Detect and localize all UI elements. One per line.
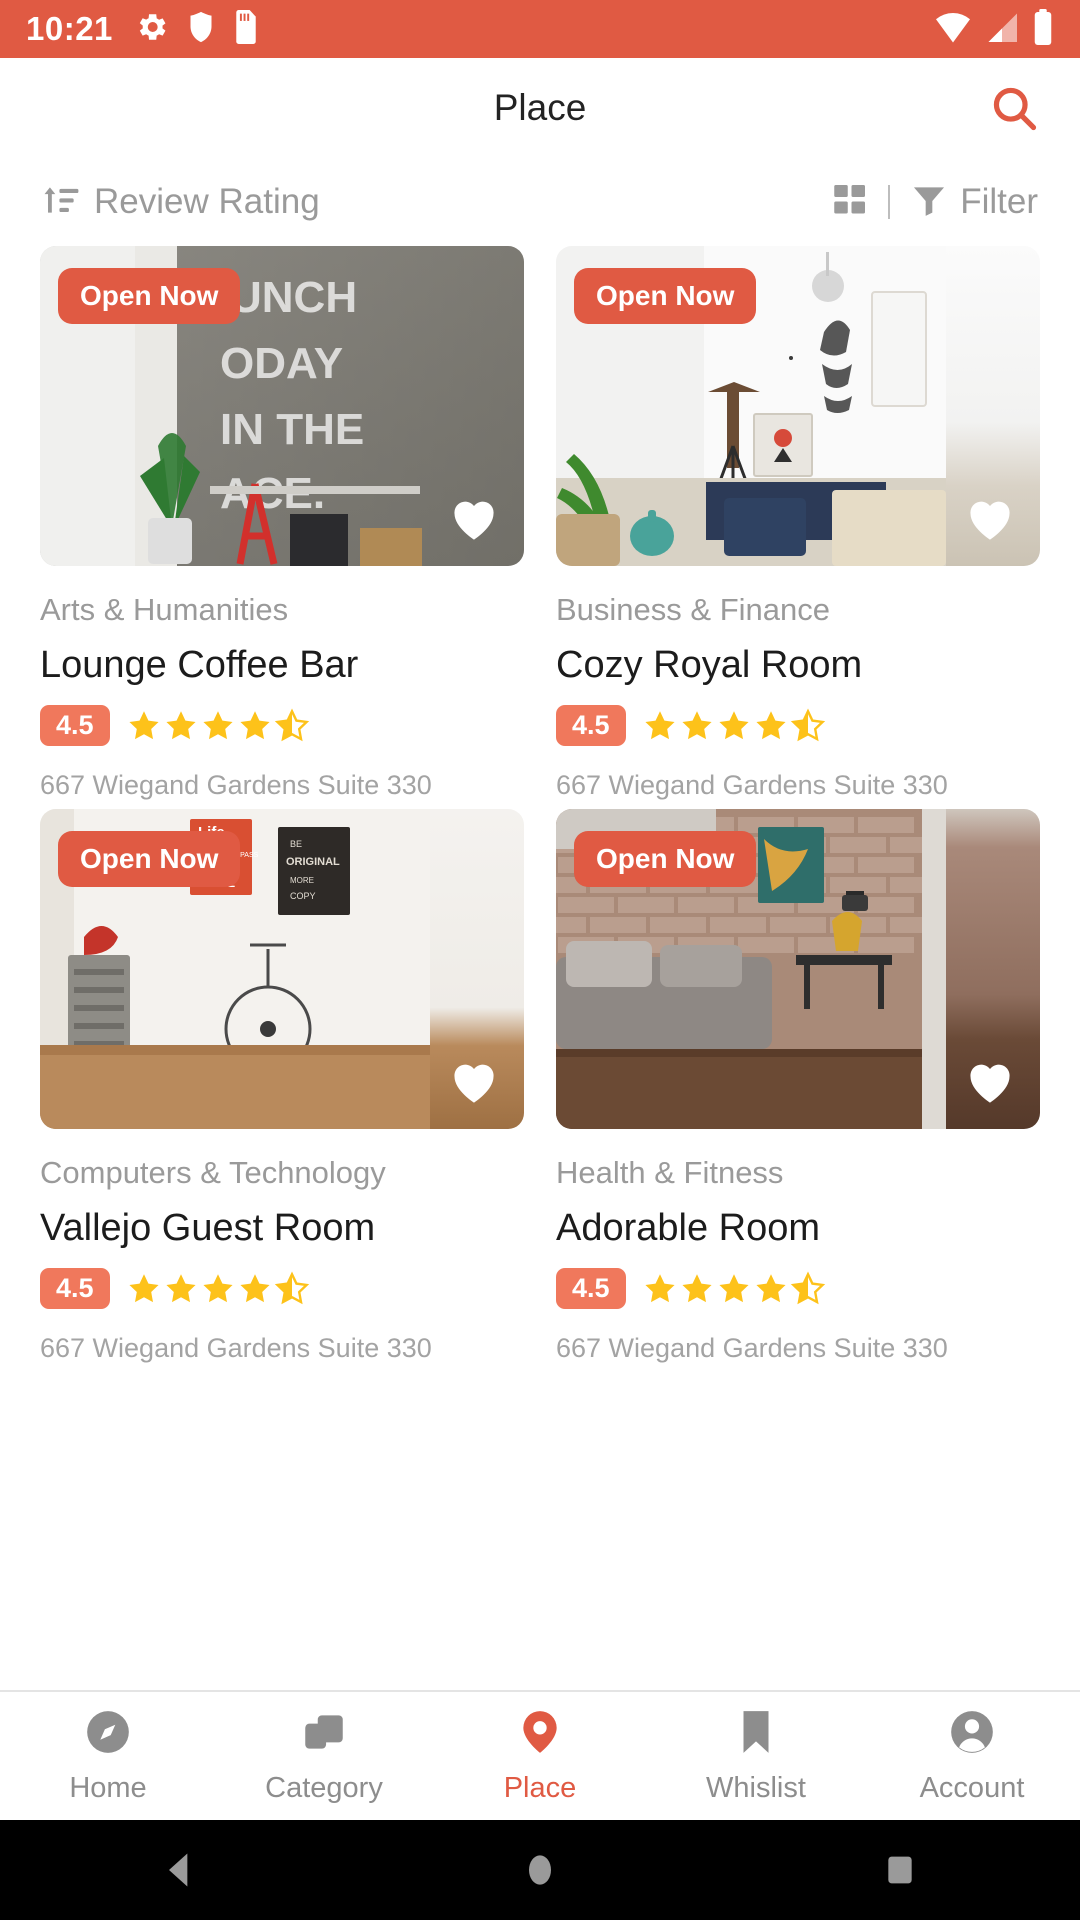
recents-square-icon[interactable] [830,1820,970,1920]
funnel-filter-icon [910,181,948,224]
status-bar: 10:21 [0,0,1080,58]
card-title: Adorable Room [556,1207,821,1249]
svg-text:COPY: COPY [290,891,316,901]
card-category: Computers & Technology [40,1155,386,1190]
battery-icon [1032,8,1054,50]
place-card[interactable]: Life IT'S TIME TO PASS STORM DANCE BE OR… [40,809,524,1364]
compass-icon [83,1707,133,1762]
place-card-grid: UNCH ODAY IN THE ACE. [0,246,1080,1364]
star-rating [126,708,310,744]
nav-item-category[interactable]: Category [216,1707,432,1805]
grid-view-icon[interactable] [832,182,868,223]
heart-outline-icon[interactable] [446,490,502,546]
rating-badge: 4.5 [556,705,626,746]
nav-item-whislist[interactable]: Whislist [648,1707,864,1805]
bottom-navigation-bar: Home Category Place Whislist Account [0,1690,1080,1820]
card-title: Lounge Coffee Bar [40,644,359,686]
toolbar-divider [888,185,891,219]
svg-text:ORIGINAL: ORIGINAL [286,856,340,868]
filter-label: Filter [960,182,1038,221]
open-now-badge: Open Now [58,268,241,324]
svg-text:MORE: MORE [290,876,314,885]
sort-ascending-icon [42,181,80,224]
sort-label: Review Rating [94,182,320,221]
wifi-icon [934,10,972,49]
heart-outline-icon[interactable] [446,1053,502,1109]
sort-control[interactable]: Review Rating [42,181,320,224]
nav-label: Home [69,1772,147,1804]
page-title: Place [493,87,587,128]
card-rating-row: 4.5 [40,1268,524,1309]
place-card[interactable]: Open Now Business & Finance Cozy Royal R… [556,246,1040,801]
nav-item-place[interactable]: Place [432,1707,648,1805]
star-rating [642,708,826,744]
layers-icon [299,1707,349,1762]
card-category: Arts & Humanities [40,592,289,627]
star-rating [126,1271,310,1307]
nav-label: Category [265,1772,383,1804]
android-system-navigation [0,1820,1080,1920]
heart-outline-icon[interactable] [962,490,1018,546]
heart-outline-icon[interactable] [962,1053,1018,1109]
nav-item-home[interactable]: Home [0,1707,216,1805]
nav-item-account[interactable]: Account [864,1707,1080,1805]
card-rating-row: 4.5 [40,705,524,746]
status-bar-clock: 10:21 [26,10,113,47]
nav-label: Whislist [706,1772,806,1804]
status-bar-left-icons [135,9,259,49]
back-triangle-icon[interactable] [110,1820,250,1920]
card-image-container[interactable]: Open Now [556,809,1040,1129]
bookmark-icon [731,1707,781,1762]
card-image-container[interactable]: Open Now [556,246,1040,566]
rating-badge: 4.5 [40,1268,110,1309]
status-bar-right-icons [934,8,1054,50]
shield-icon [187,10,215,49]
place-card[interactable]: UNCH ODAY IN THE ACE. [40,246,524,801]
app-bar: Place [0,58,1080,158]
card-title: Cozy Royal Room [556,644,863,686]
card-address: 667 Wiegand Gardens Suite 330 [40,770,432,800]
card-rating-row: 4.5 [556,1268,1040,1309]
filter-control[interactable]: Filter [910,181,1038,224]
sort-filter-bar: Review Rating Filter [0,158,1080,246]
card-category: Health & Fitness [556,1155,784,1190]
star-rating [642,1271,826,1307]
nav-label: Account [919,1772,1025,1804]
card-image-container[interactable]: Life IT'S TIME TO PASS STORM DANCE BE OR… [40,809,524,1129]
account-circle-icon [947,1707,997,1762]
sd-card-icon [233,9,259,49]
card-image-container[interactable]: UNCH ODAY IN THE ACE. [40,246,524,566]
nav-label: Place [503,1772,577,1804]
svg-text:UNCH: UNCH [230,273,357,322]
gear-icon [135,10,169,49]
home-circle-icon[interactable] [470,1820,610,1920]
place-card[interactable]: Open Now Health & Fitness Adorable Room … [556,809,1040,1364]
card-address: 667 Wiegand Gardens Suite 330 [556,770,948,800]
open-now-badge: Open Now [58,831,241,887]
card-rating-row: 4.5 [556,705,1040,746]
svg-text:BE: BE [290,839,302,849]
search-icon[interactable] [984,78,1044,138]
card-address: 667 Wiegand Gardens Suite 330 [556,1333,948,1363]
svg-text:ODAY: ODAY [220,339,343,388]
signal-icon [984,10,1020,49]
map-pin-icon [515,1707,565,1762]
open-now-badge: Open Now [574,831,757,887]
svg-text:IN THE: IN THE [220,405,364,454]
card-category: Business & Finance [556,592,830,627]
rating-badge: 4.5 [40,705,110,746]
card-title: Vallejo Guest Room [40,1207,376,1249]
card-address: 667 Wiegand Gardens Suite 330 [40,1333,432,1363]
open-now-badge: Open Now [574,268,757,324]
rating-badge: 4.5 [556,1268,626,1309]
